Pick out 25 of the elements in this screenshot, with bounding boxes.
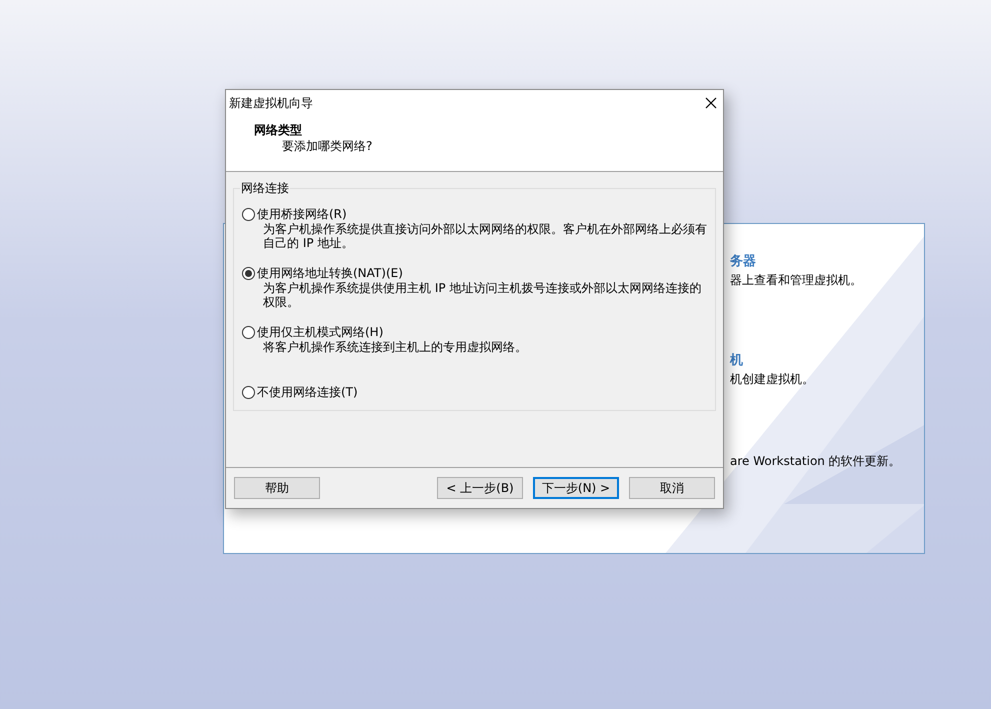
radio-option[interactable]: 使用仅主机模式网络(H)	[242, 324, 715, 340]
close-icon[interactable]	[705, 96, 717, 108]
section-heading: 务器	[730, 254, 757, 269]
option-description: 为客户机操作系统提供使用主机 IP 地址访问主机拨号连接或外部以太网网络连接的权限。	[263, 281, 702, 309]
dialog-button[interactable]: < 上一步(B)	[437, 477, 523, 499]
dialog-button[interactable]: 取消	[629, 477, 715, 499]
radio-button[interactable]	[242, 326, 255, 338]
radio-option[interactable]: 使用桥接网络(R)	[242, 206, 715, 222]
radio-option[interactable]: 不使用网络连接(T)	[242, 384, 715, 400]
section-heading: 机	[730, 353, 744, 368]
page-title: 网络类型	[254, 122, 303, 138]
dialog-button[interactable]: 帮助	[234, 477, 320, 499]
option-description: 为客户机操作系统提供直接访问外部以太网网络的权限。客户机在外部网络上必须有自己的 IP 地址。	[263, 222, 708, 250]
section-description: 器上查看和管理虚拟机。	[730, 273, 862, 287]
section-description: 机创建虚拟机。	[730, 372, 814, 386]
radio-button[interactable]	[242, 266, 255, 280]
radio-button[interactable]	[242, 386, 255, 398]
radio-button[interactable]	[242, 208, 255, 220]
option-description: 将客户机操作系统连接到主机上的专用虚拟网络。	[263, 340, 528, 354]
page-subtitle: 要添加哪类网络?	[282, 138, 374, 154]
radio-option[interactable]: 使用网络地址转换(NAT)(E)	[242, 265, 715, 281]
group-label: 网络连接	[240, 180, 290, 196]
window-title: 新建虚拟机向导	[229, 94, 313, 112]
section-description: are Workstation 的软件更新。	[730, 454, 901, 468]
dialog-button[interactable]: 下一步(N) >	[533, 477, 619, 499]
